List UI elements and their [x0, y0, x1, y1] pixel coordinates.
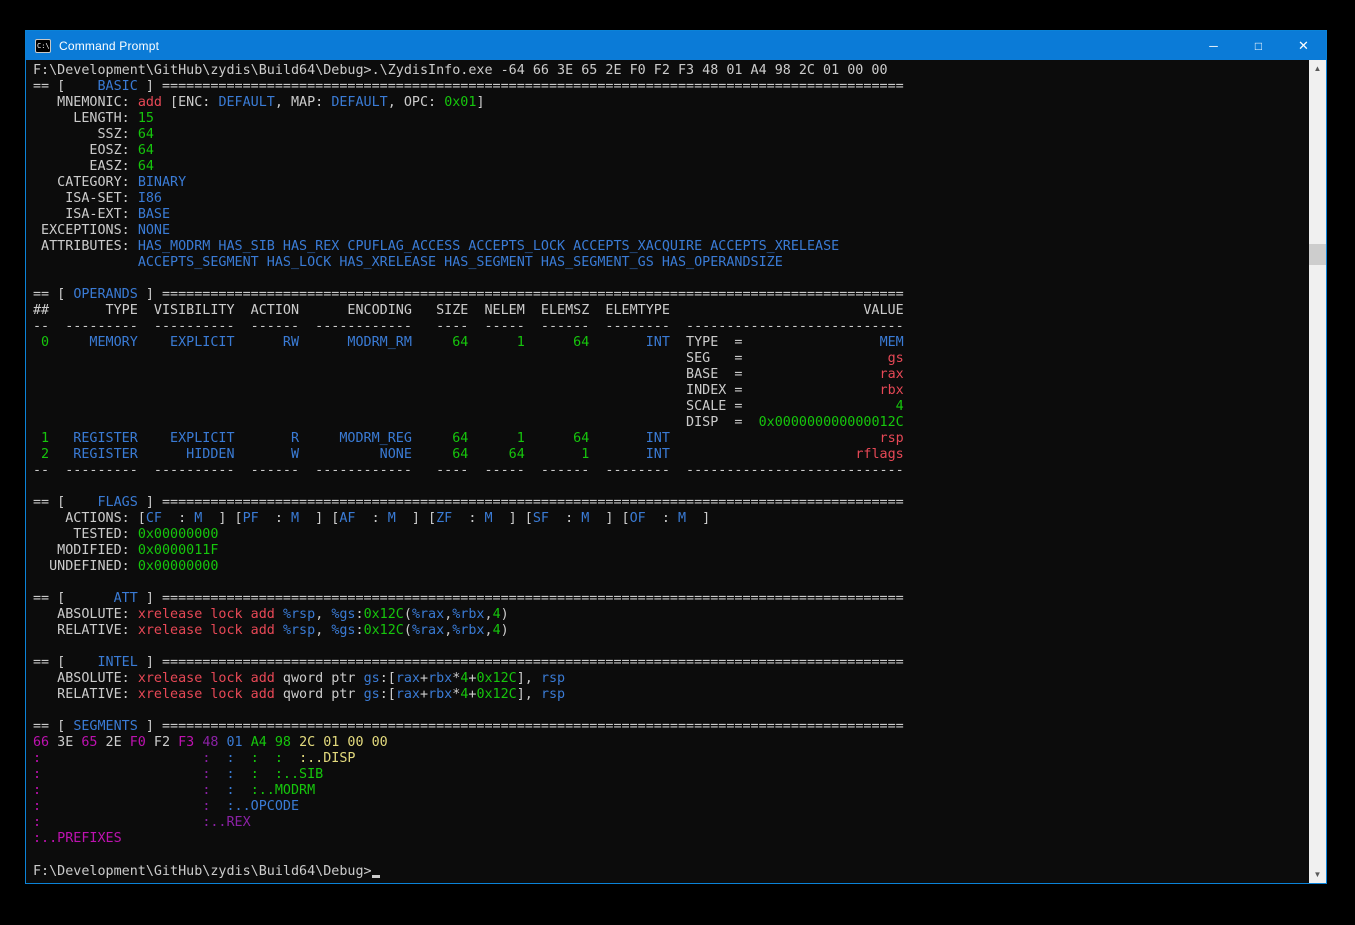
terminal-line: ISA-EXT: BASE — [33, 207, 1309, 223]
terminal-line: ABSOLUTE: xrelease lock add %rsp, %gs:0x… — [33, 607, 1309, 623]
minimize-button[interactable]: ─ — [1191, 31, 1236, 60]
terminal-line: ## TYPE VISIBILITY ACTION ENCODING SIZE … — [33, 303, 1309, 319]
window-title: Command Prompt — [59, 39, 159, 53]
terminal-line: DISP = 0x000000000000012C — [33, 415, 1309, 431]
terminal-line: 0 MEMORY EXPLICIT RW MODRM_RM 64 1 64 IN… — [33, 335, 1309, 351]
terminal-line: LENGTH: 15 — [33, 111, 1309, 127]
terminal-line: : : : : :..SIB — [33, 767, 1309, 783]
terminal-line: SEG = gs — [33, 351, 1309, 367]
terminal-line: :..PREFIXES — [33, 831, 1309, 847]
terminal-content[interactable]: F:\Development\GitHub\zydis\Build64\Debu… — [26, 60, 1309, 883]
terminal-line: SCALE = 4 — [33, 399, 1309, 415]
terminal-line: ATTRIBUTES: HAS_MODRM HAS_SIB HAS_REX CP… — [33, 239, 1309, 255]
terminal-line: : :..REX — [33, 815, 1309, 831]
terminal-line: SSZ: 64 — [33, 127, 1309, 143]
window-controls: ─ □ ✕ — [1191, 31, 1326, 60]
terminal-line: TESTED: 0x00000000 — [33, 527, 1309, 543]
terminal-line: == [ FLAGS ] ===========================… — [33, 495, 1309, 511]
terminal-line: ISA-SET: I86 — [33, 191, 1309, 207]
terminal-line — [33, 847, 1309, 863]
terminal-line: == [ BASIC ] ===========================… — [33, 79, 1309, 95]
terminal-line — [33, 271, 1309, 287]
terminal-line: F:\Development\GitHub\zydis\Build64\Debu… — [33, 863, 1309, 879]
terminal-line: == [ SEGMENTS ] ========================… — [33, 719, 1309, 735]
terminal-line: ABSOLUTE: xrelease lock add qword ptr gs… — [33, 671, 1309, 687]
terminal-line: EXCEPTIONS: NONE — [33, 223, 1309, 239]
terminal-line: RELATIVE: xrelease lock add qword ptr gs… — [33, 687, 1309, 703]
terminal-line: -- --------- ---------- ------ ---------… — [33, 463, 1309, 479]
terminal-line: : : : :..MODRM — [33, 783, 1309, 799]
scroll-up-icon[interactable]: ▲ — [1309, 60, 1326, 77]
terminal-line: ACTIONS: [CF : M ] [PF : M ] [AF : M ] [… — [33, 511, 1309, 527]
terminal-line: MODIFIED: 0x0000011F — [33, 543, 1309, 559]
terminal-line: == [ INTEL ] ===========================… — [33, 655, 1309, 671]
terminal-line: RELATIVE: xrelease lock add %rsp, %gs:0x… — [33, 623, 1309, 639]
terminal-line: == [ ATT ] =============================… — [33, 591, 1309, 607]
terminal-line: EASZ: 64 — [33, 159, 1309, 175]
terminal-line: : : : : : :..DISP — [33, 751, 1309, 767]
terminal-line: 2 REGISTER HIDDEN W NONE 64 64 1 INT rfl… — [33, 447, 1309, 463]
text-cursor — [372, 863, 380, 878]
terminal-line — [33, 575, 1309, 591]
terminal-line: MNEMONIC: add [ENC: DEFAULT, MAP: DEFAUL… — [33, 95, 1309, 111]
cmd-icon[interactable]: C:\ — [35, 39, 51, 53]
scrollbar[interactable]: ▲ ▼ — [1309, 60, 1326, 883]
terminal-line: -- --------- ---------- ------ ---------… — [33, 319, 1309, 335]
terminal-line: EOSZ: 64 — [33, 143, 1309, 159]
terminal-line — [33, 639, 1309, 655]
titlebar[interactable]: C:\ Command Prompt ─ □ ✕ — [26, 31, 1326, 60]
terminal-line — [33, 479, 1309, 495]
maximize-button[interactable]: □ — [1236, 31, 1281, 60]
command-prompt-window: C:\ Command Prompt ─ □ ✕ F:\Development\… — [25, 30, 1327, 884]
terminal-line — [33, 703, 1309, 719]
scroll-down-icon[interactable]: ▼ — [1309, 866, 1326, 883]
terminal-line: UNDEFINED: 0x00000000 — [33, 559, 1309, 575]
terminal-line: CATEGORY: BINARY — [33, 175, 1309, 191]
terminal-line: ACCEPTS_SEGMENT HAS_LOCK HAS_XRELEASE HA… — [33, 255, 1309, 271]
terminal-line: INDEX = rbx — [33, 383, 1309, 399]
terminal-line: : : :..OPCODE — [33, 799, 1309, 815]
close-button[interactable]: ✕ — [1281, 31, 1326, 60]
terminal-line: F:\Development\GitHub\zydis\Build64\Debu… — [33, 63, 1309, 79]
terminal-line: 1 REGISTER EXPLICIT R MODRM_REG 64 1 64 … — [33, 431, 1309, 447]
terminal-line: BASE = rax — [33, 367, 1309, 383]
scrollbar-thumb[interactable] — [1309, 244, 1326, 265]
terminal-line: == [ OPERANDS ] ========================… — [33, 287, 1309, 303]
terminal-line: 66 3E 65 2E F0 F2 F3 48 01 A4 98 2C 01 0… — [33, 735, 1309, 751]
